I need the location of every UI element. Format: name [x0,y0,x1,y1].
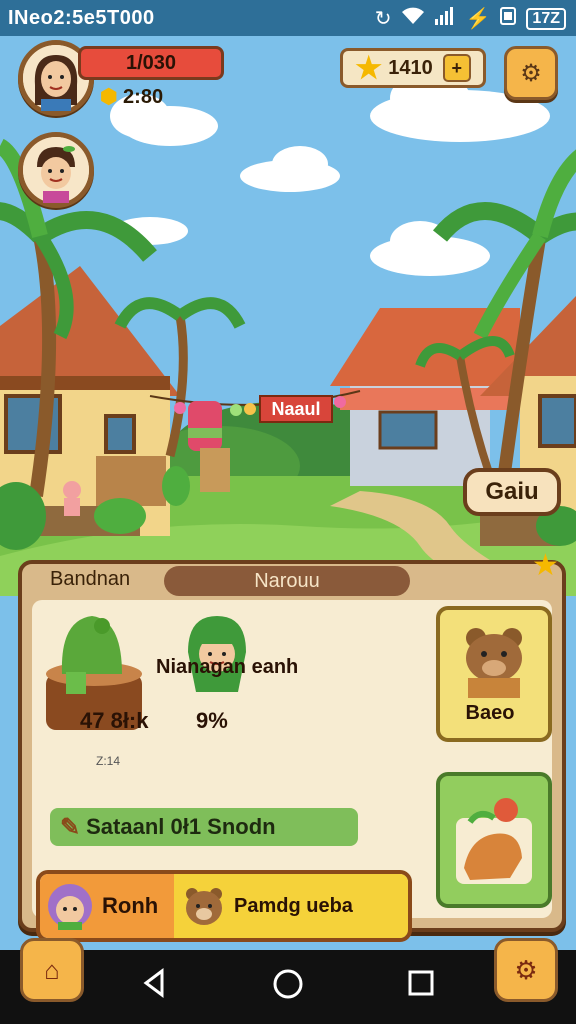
corner-star-icon: ★ [532,549,559,582]
mission-percent: 9% [196,708,228,733]
quill-icon: ✎ [60,813,81,841]
village-scene[interactable]: Naaul Gaiu [0,36,576,596]
village-sign-label: Gaiu [485,478,539,505]
villager-girl-icon [48,884,92,930]
ronh-button[interactable]: Ronh [40,874,174,938]
panel-content: Nianagan eanh 47 8ł:k 9% Z:14 Baeo ✎ Sat… [32,600,552,942]
sim-icon [500,6,517,31]
signal-icon [434,6,456,31]
home-icon[interactable] [272,968,304,1008]
system-nav-bar: ⌂ ⚙ [0,938,576,1024]
settings-button[interactable]: ⚙ [504,46,558,100]
status-bar: INeo2:5e5T000 ↻ ⚡ 17Z [0,0,576,36]
task-progress-bar[interactable]: ✎ Sataanl 0ł1 Snodn [50,808,358,846]
action-button-row: Ronh Pamdg ueba [36,870,412,942]
villager-icon [188,616,246,692]
pamdg-button[interactable]: Pamdg ueba [174,874,408,938]
star-currency: ★ 1410 + [340,48,486,88]
health-text: 1/030 [125,51,177,74]
health-bar: 1/030 [78,46,224,80]
gear-icon: ⚙ [520,59,542,87]
star-icon: ★ [355,51,383,85]
tab-narouu-label: Narouu [254,569,320,592]
mission-stats: 47 8ł:k [80,708,149,733]
home-map-button[interactable]: ⌂ [20,938,84,1002]
sync-icon: ↻ [374,8,392,30]
coins-counter: ⬢ 2:80 [100,84,163,109]
companion-face-icon [23,137,89,203]
stars-text: 1410 [388,56,433,79]
wifi-icon [401,7,424,31]
charging-icon: ⚡ [465,8,491,30]
house-icon: ⌂ [44,954,60,985]
village-banner: Naaul [271,399,321,419]
hamster-icon [186,888,222,925]
tab-bandnan[interactable]: Bandnan [50,568,130,591]
coins-text: 2:80 [123,86,164,108]
recents-icon[interactable] [406,968,436,1006]
mission-title: Nianagan eanh [156,656,299,678]
status-icons: ↻ ⚡ 17Z [375,6,566,31]
battery-indicator: 17Z [526,7,566,30]
plus-button[interactable]: + [442,54,471,82]
profile-button[interactable]: ⚙ [494,938,558,1002]
badge-icon: ⚙ [514,954,538,985]
character-card-label: Baeo [465,702,515,724]
status-time: INeo2:5e5T000 [8,7,155,29]
pamdg-label: Pamdg ueba [234,894,353,917]
coin-icon: ⬢ [100,86,118,108]
animal-card-button[interactable] [436,772,552,908]
small-note: Z:14 [96,754,121,768]
back-icon[interactable] [140,968,170,1006]
horse-icon [456,798,532,884]
task-bar-text: Sataanl 0ł1 Snodn [86,814,276,839]
bear-icon [466,628,522,698]
village-sign-button[interactable]: Gaiu [463,468,561,516]
activity-panel: Bandnan Narouu ★ Nianagan eanh 47 8ł:k 9… [18,549,566,942]
companion-avatar[interactable] [18,132,94,208]
tab-narouu[interactable]: Narouu [164,566,410,596]
character-card-button[interactable]: Baeo [436,606,552,742]
ronh-label: Ronh [102,893,159,918]
